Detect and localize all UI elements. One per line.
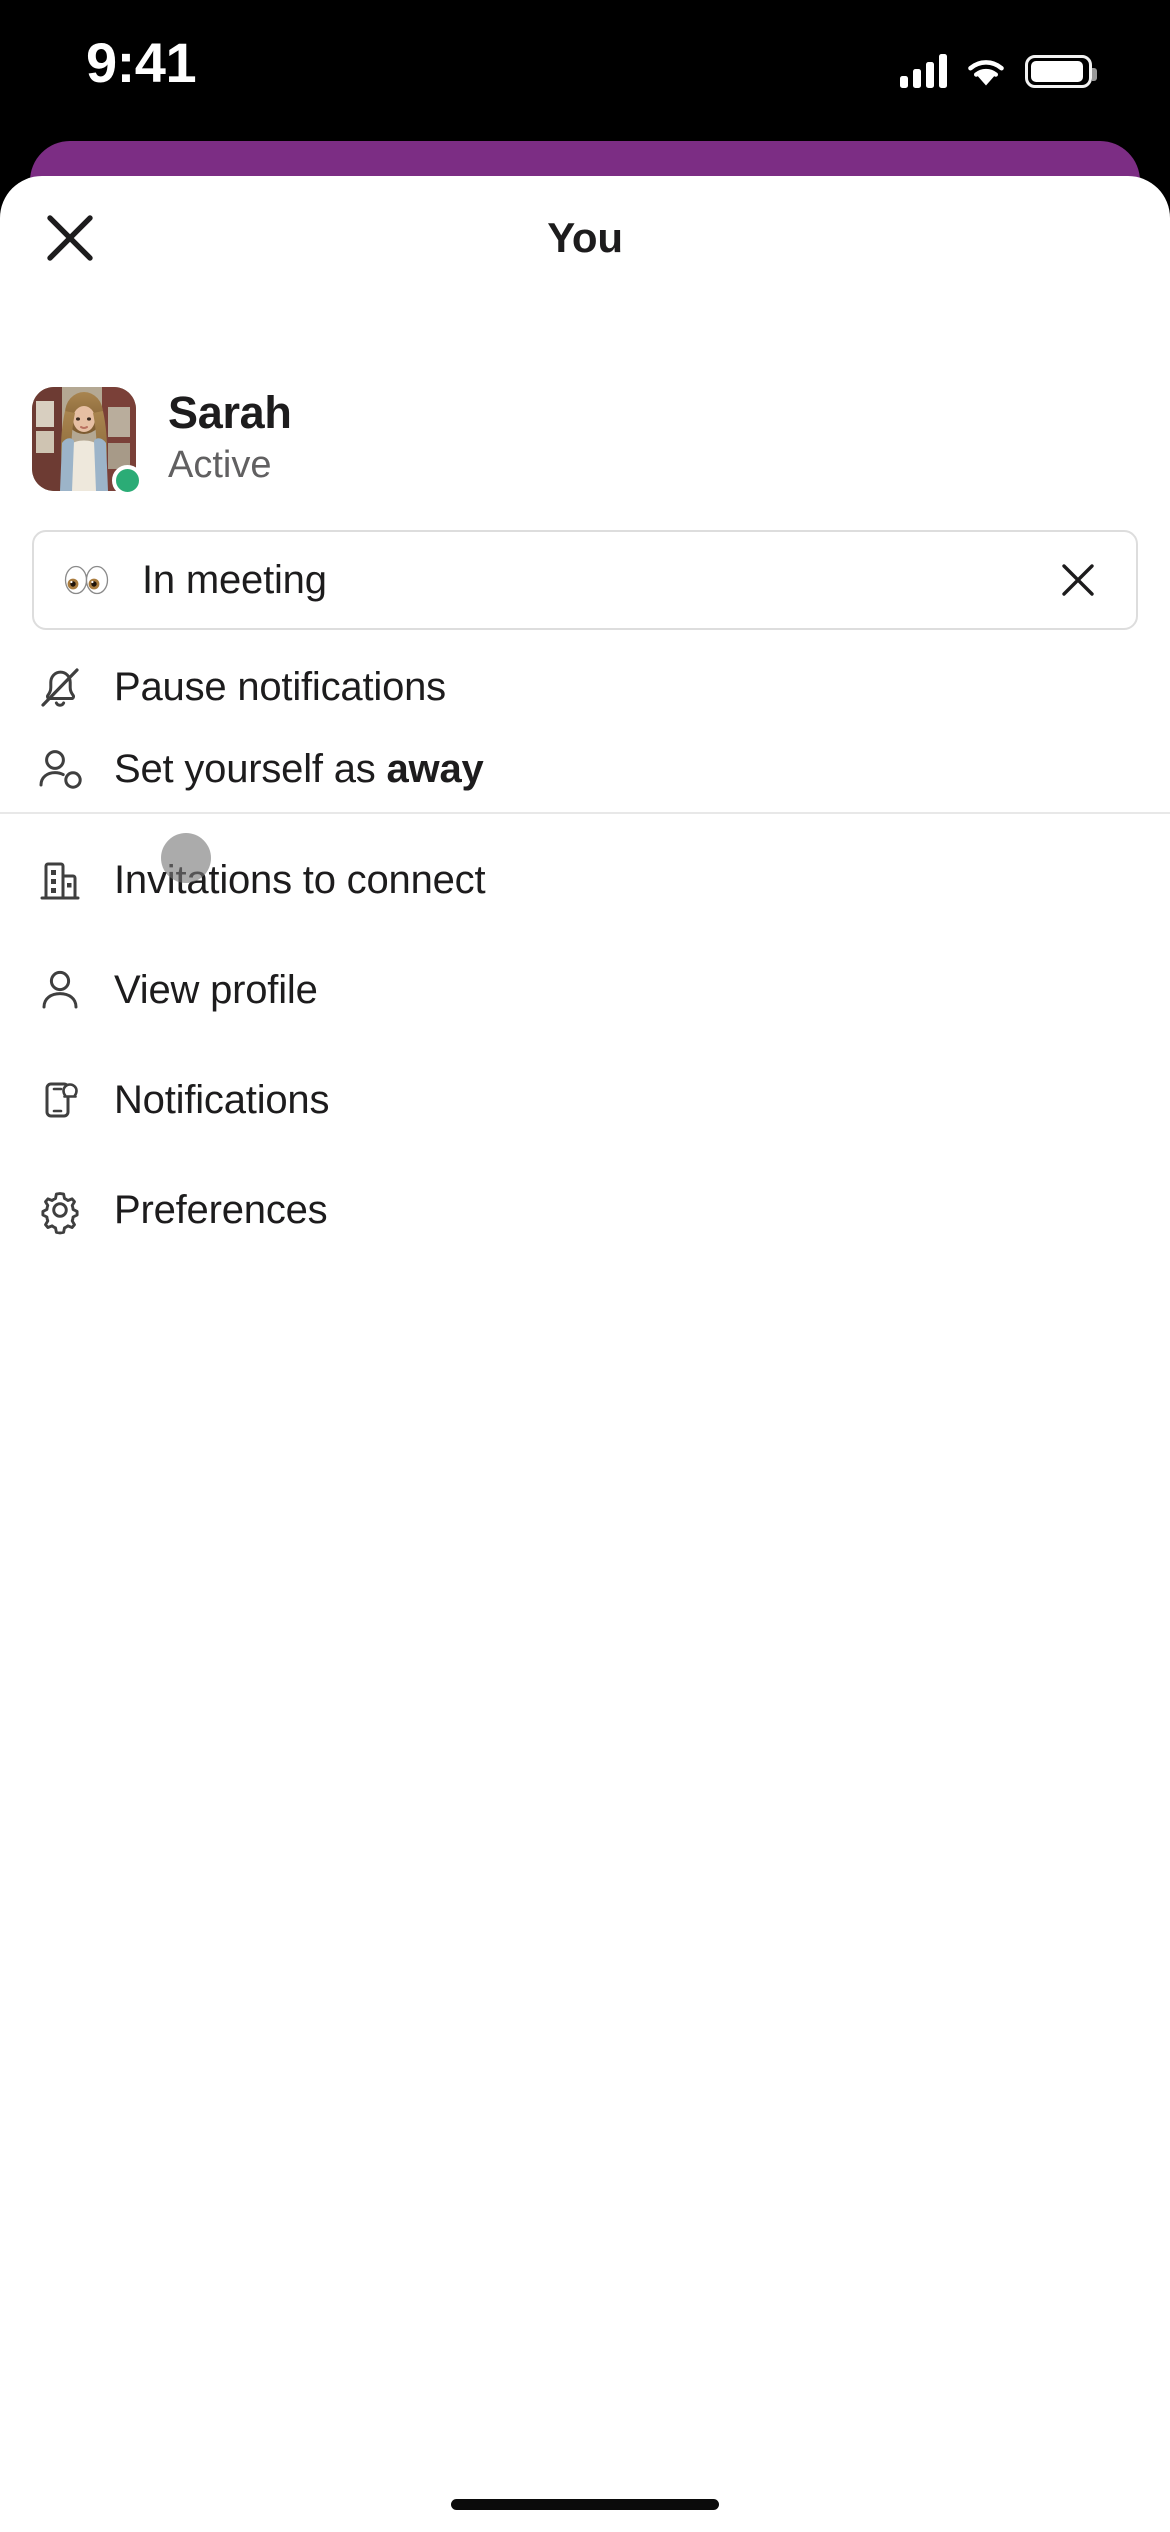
close-icon — [1062, 564, 1094, 596]
eyes-emoji-icon — [64, 565, 116, 595]
status-bar-time: 9:41 — [86, 31, 197, 94]
sheet-header: You — [0, 176, 1170, 302]
person-icon — [32, 962, 94, 1018]
you-sheet: You Sarah Active In meeting Pause notifi… — [0, 176, 1170, 2532]
status-bar: 9:41 — [0, 0, 1170, 150]
clear-status-button[interactable] — [1050, 552, 1106, 608]
menu-item-label: Notifications — [114, 1077, 330, 1122]
battery-icon — [1025, 55, 1097, 88]
touch-indicator — [161, 833, 211, 883]
home-indicator[interactable] — [451, 2499, 719, 2510]
phone-screen: 9:41 You Sarah Active In meeting Pause n… — [0, 0, 1170, 2532]
menu-item-label: Preferences — [114, 1187, 328, 1232]
person-away-icon — [32, 741, 94, 797]
gear-icon — [32, 1182, 94, 1238]
menu-item-label: View profile — [114, 967, 318, 1012]
wifi-icon — [964, 54, 1008, 88]
profile-row[interactable]: Sarah Active — [0, 386, 1170, 496]
avatar[interactable] — [32, 387, 143, 496]
menu-item-preferences[interactable]: Preferences — [0, 1155, 1170, 1265]
building-icon — [32, 852, 94, 908]
page-title: You — [547, 214, 623, 261]
menu-item-label: Set yourself as away — [114, 746, 484, 791]
menu-item-notifications[interactable]: Notifications — [0, 1045, 1170, 1155]
profile-text: Sarah Active — [168, 386, 292, 489]
cellular-bars-icon — [900, 54, 947, 88]
section-divider — [0, 812, 1170, 814]
profile-name: Sarah — [168, 386, 292, 438]
status-bar-indicators — [900, 40, 1097, 88]
menu-item-label: Pause notifications — [114, 664, 446, 709]
mobile-bell-icon — [32, 1072, 94, 1128]
presence-indicator-active — [112, 465, 143, 496]
menu-item-pause-notifications[interactable]: Pause notifications — [0, 646, 1170, 728]
bell-slash-icon — [32, 659, 94, 715]
status-text: In meeting — [142, 557, 327, 602]
menu-item-view-profile[interactable]: View profile — [0, 935, 1170, 1045]
menu-group-presence: Pause notifications Set yourself as away — [0, 646, 1170, 810]
menu-group-account: Invitations to connect View profile Noti… — [0, 825, 1170, 1265]
menu-item-set-away[interactable]: Set yourself as away — [0, 728, 1170, 810]
profile-presence-label: Active — [168, 443, 272, 486]
status-field[interactable]: In meeting — [32, 530, 1138, 630]
